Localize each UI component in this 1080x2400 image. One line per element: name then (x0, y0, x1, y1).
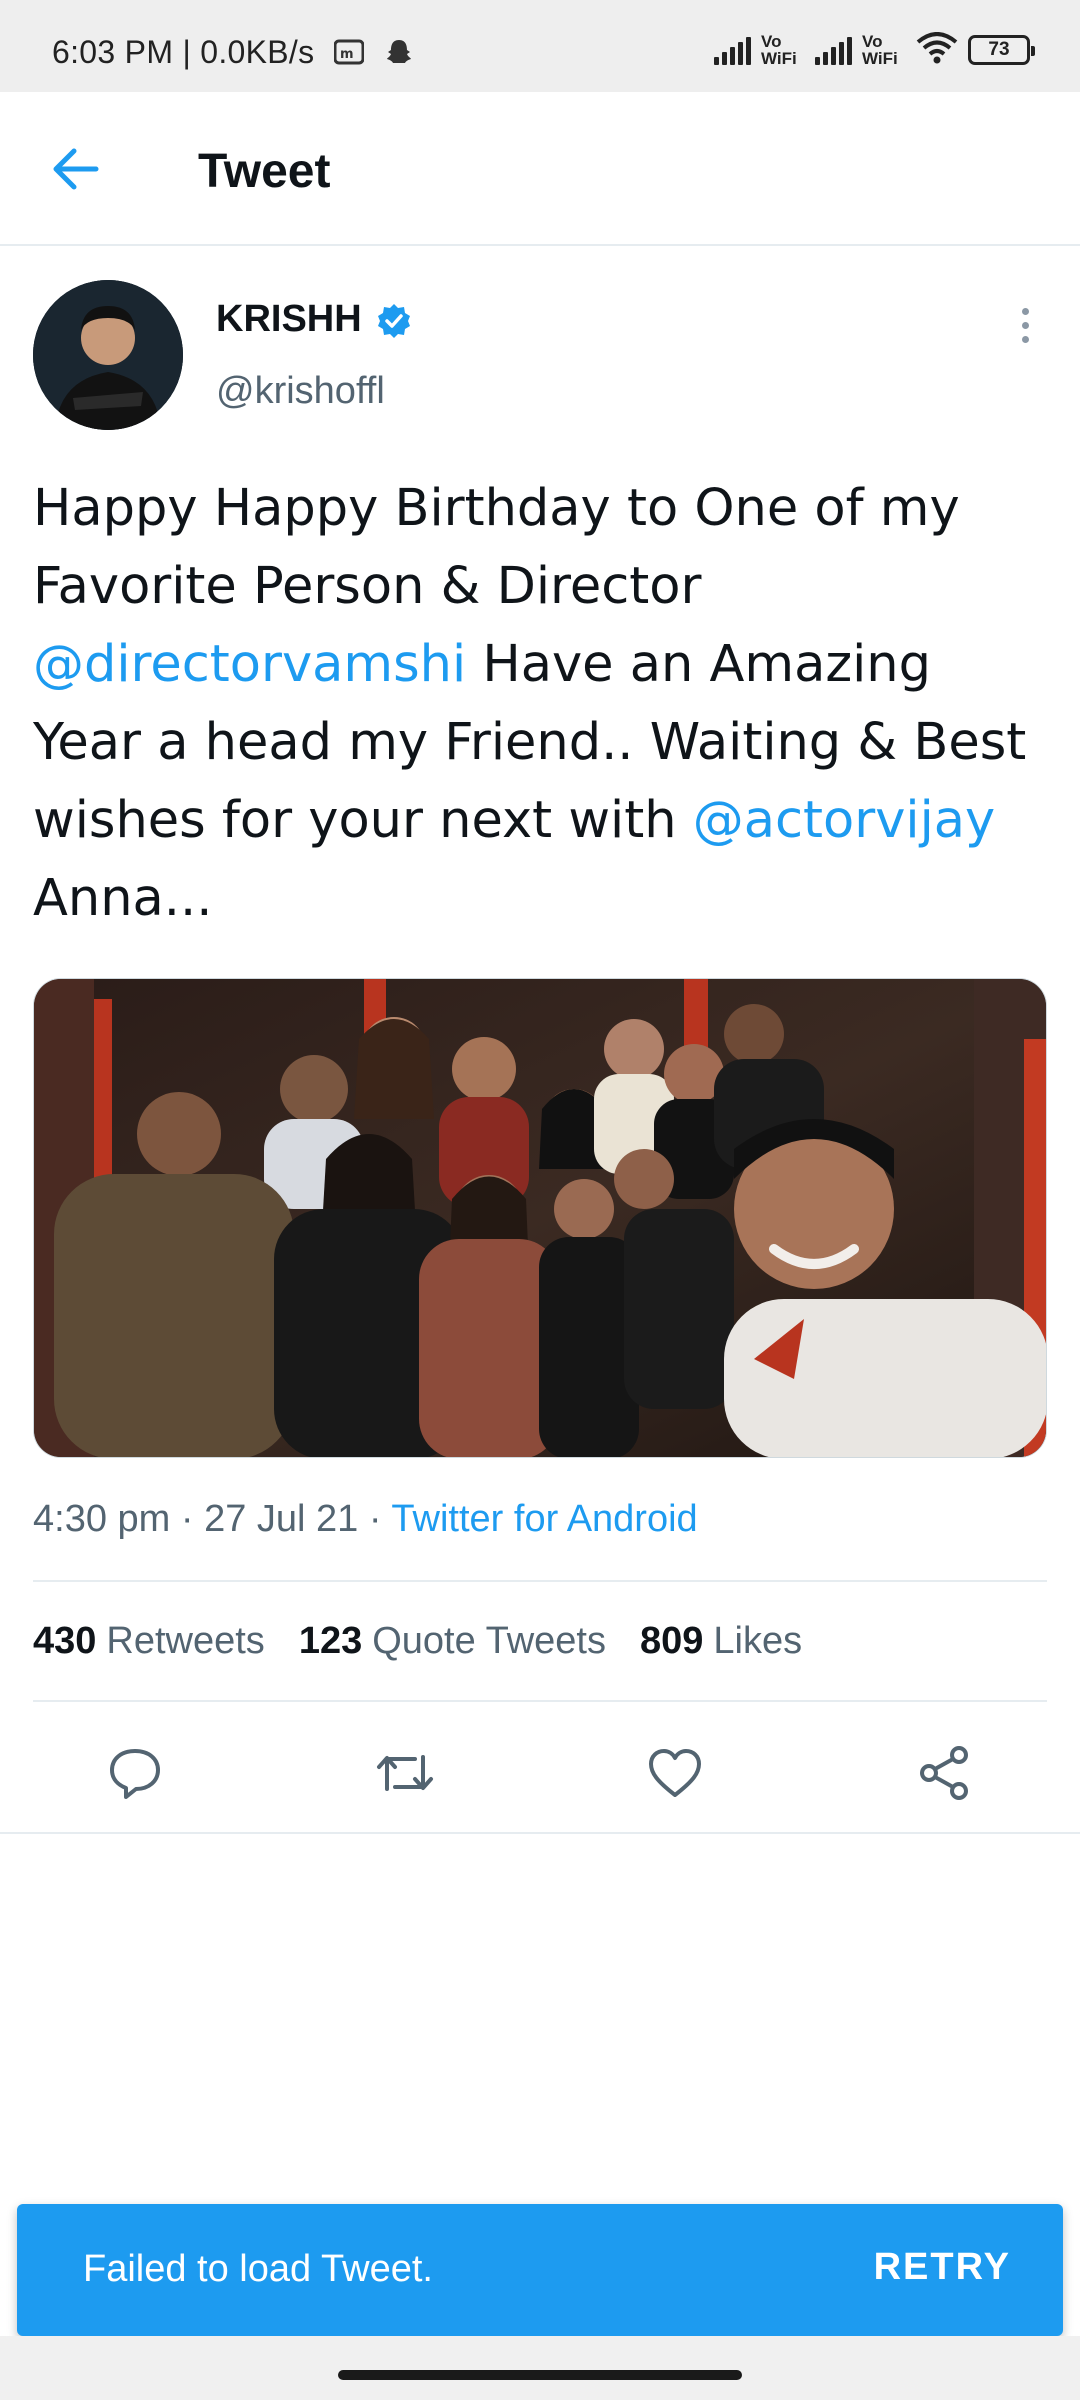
status-time: 6:03 PM | 0.0KB/s (52, 34, 315, 70)
myntra-notification-icon: m (333, 38, 365, 66)
likes-stat[interactable]: 809 Likes (640, 1620, 802, 1663)
like-icon (649, 1749, 701, 1797)
quotes-count: 123 (298, 1620, 363, 1662)
avatar[interactable] (33, 280, 183, 430)
tweet-text-part: Happy Happy Birthday to One of my Favori… (33, 479, 960, 616)
likes-count: 809 (640, 1620, 704, 1662)
retweet-icon (377, 1755, 433, 1791)
user-name[interactable]: KRISHH (216, 298, 362, 341)
tweet-text-part: Anna... (33, 869, 213, 928)
signal-icon (714, 35, 751, 65)
status-bar: 6:03 PM | 0.0KB/s m Vo WiFi Vo WiFi 73 (0, 0, 1080, 92)
share-icon (920, 1746, 968, 1800)
tweet-text: Happy Happy Birthday to One of my Favori… (33, 470, 1043, 938)
verified-badge-icon (378, 304, 410, 338)
arrow-left-icon (53, 148, 99, 190)
wifi-icon (916, 31, 958, 69)
vowifi-label: Vo WiFi (862, 32, 898, 68)
quotes-label: Quote Tweets (372, 1620, 606, 1662)
dot (1021, 307, 1029, 315)
reply-icon (110, 1749, 160, 1799)
signal-icon (815, 35, 852, 65)
vowifi-label: Vo WiFi (761, 32, 797, 68)
meta-separator: · (368, 1498, 392, 1540)
top-app-bar: Tweet (0, 92, 1080, 246)
battery-icon: 73 (968, 35, 1035, 65)
retry-button[interactable]: RETRY (874, 2246, 1011, 2289)
quote-tweets-stat[interactable]: 123 Quote Tweets (299, 1620, 606, 1663)
divider (33, 1580, 1047, 1582)
back-button[interactable] (40, 134, 110, 204)
like-button[interactable] (642, 1740, 708, 1806)
group-photo-image (34, 979, 1046, 1457)
error-snackbar: Failed to load Tweet. RETRY (17, 2204, 1063, 2336)
retweets-count: 430 (33, 1620, 97, 1662)
status-indicators: Vo WiFi Vo WiFi 73 (714, 30, 1035, 70)
reply-button[interactable] (102, 1740, 168, 1806)
mention-link[interactable]: @directorvamshi (33, 635, 466, 694)
dot (1021, 335, 1029, 343)
tweet-date: 27 Jul 21 (204, 1498, 359, 1540)
retweets-stat[interactable]: 430 Retweets (33, 1620, 265, 1663)
home-indicator[interactable] (338, 2370, 742, 2380)
svg-text:m: m (340, 47, 354, 62)
tweet-stats: 430 Retweets 123 Quote Tweets 809 Likes (33, 1620, 802, 1663)
divider (33, 1700, 1047, 1702)
dot (1021, 321, 1029, 329)
more-options-button[interactable] (1000, 300, 1050, 350)
user-handle[interactable]: @krishoffl (216, 370, 385, 413)
share-button[interactable] (912, 1740, 978, 1806)
tweet-meta: 4:30 pm · 27 Jul 21 · Twitter for Androi… (33, 1498, 698, 1541)
snackbar-message: Failed to load Tweet. (83, 2248, 433, 2290)
meta-separator: · (180, 1498, 205, 1540)
mention-link[interactable]: @actorvijay (693, 791, 995, 850)
tweet-time: 4:30 pm (33, 1498, 171, 1540)
tweet-actions (0, 1710, 1080, 1834)
page-title: Tweet (198, 145, 331, 198)
retweet-button[interactable] (372, 1740, 438, 1806)
navigation-bar (0, 2336, 1080, 2400)
likes-label: Likes (713, 1620, 803, 1662)
tweet-photo[interactable] (33, 978, 1047, 1458)
tweet-source-link[interactable]: Twitter for Android (391, 1498, 697, 1540)
snapchat-notification-icon (384, 38, 414, 66)
retweets-label: Retweets (106, 1620, 265, 1662)
